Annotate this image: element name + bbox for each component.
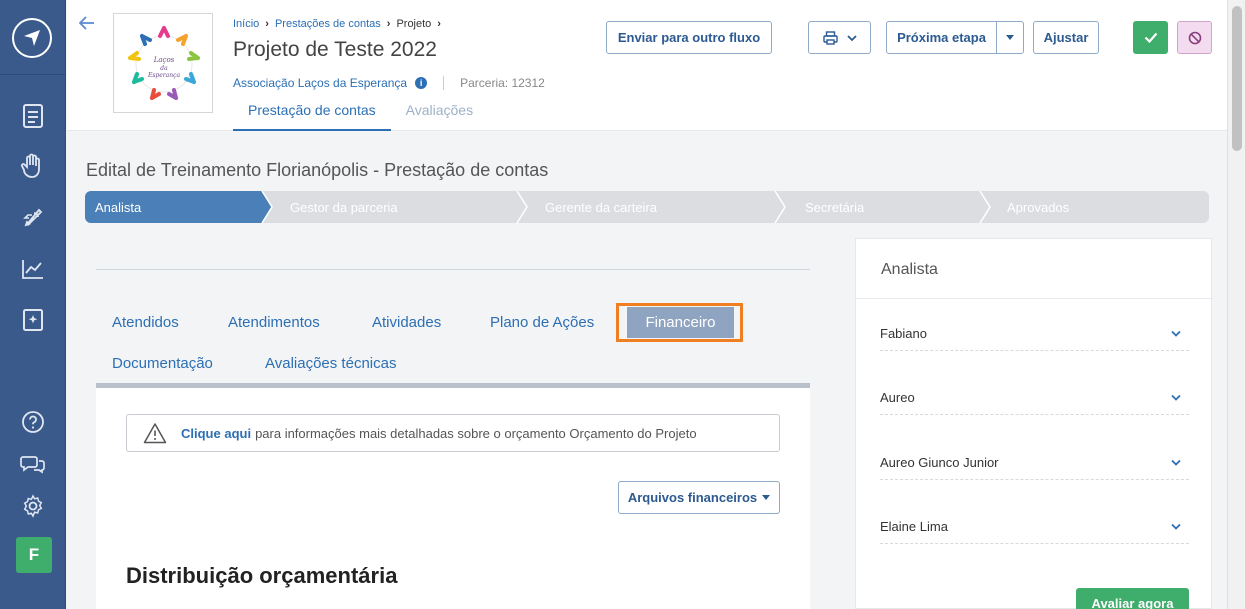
caret-down-icon bbox=[1006, 34, 1014, 40]
breadcrumb-sep-icon: › bbox=[386, 18, 391, 30]
step-gestor-parceria[interactable]: Gestor da parceria bbox=[280, 191, 398, 223]
hand-heart-icon[interactable] bbox=[17, 150, 49, 182]
analyst-name: Fabiano bbox=[880, 326, 927, 341]
page-scrollbar[interactable] bbox=[1227, 0, 1245, 609]
sidebar-divider bbox=[0, 74, 66, 75]
chevron-down-icon bbox=[846, 34, 857, 41]
chevron-down-icon bbox=[1171, 394, 1181, 401]
tab-prestacao-de-contas[interactable]: Prestação de contas bbox=[233, 95, 391, 131]
tab-documentacao[interactable]: Documentação bbox=[112, 355, 213, 372]
breadcrumb-sep-icon: › bbox=[437, 18, 441, 30]
back-arrow-icon[interactable] bbox=[78, 14, 95, 35]
step-secretaria[interactable]: Secretária bbox=[795, 191, 864, 223]
svg-text:Esperança: Esperança bbox=[147, 72, 181, 79]
warning-icon bbox=[143, 423, 167, 444]
chevron-down-icon bbox=[1171, 523, 1181, 530]
document-icon[interactable] bbox=[17, 100, 49, 132]
project-logo: Laços da Esperança bbox=[113, 13, 213, 113]
alert-text: para informações mais detalhadas sobre o… bbox=[255, 425, 697, 441]
breadcrumb-projeto: Projeto bbox=[396, 18, 432, 30]
step-gerente-carteira[interactable]: Gerente da carteira bbox=[535, 191, 657, 223]
section-title: Distribuição orçamentária bbox=[126, 563, 398, 588]
content-panel: Atendidos Atendimentos Atividades Plano … bbox=[96, 238, 810, 609]
svg-text:da: da bbox=[160, 65, 168, 72]
organization-link[interactable]: Associação Laços da Esperança bbox=[233, 76, 407, 90]
printer-icon bbox=[822, 30, 838, 45]
parceria-label: Parceria: 12312 bbox=[460, 76, 545, 90]
notebook-sparkle-icon[interactable] bbox=[17, 304, 49, 336]
print-button[interactable] bbox=[808, 21, 871, 54]
project-meta: Associação Laços da Esperança i Parceria… bbox=[233, 76, 545, 90]
rocket-icon[interactable] bbox=[17, 202, 49, 234]
step-analista[interactable]: Analista bbox=[85, 191, 141, 223]
arquivos-financeiros-button[interactable]: Arquivos financeiros bbox=[618, 481, 780, 514]
chart-line-icon[interactable] bbox=[17, 253, 49, 285]
user-avatar[interactable]: F bbox=[16, 537, 52, 573]
app-logo-icon[interactable] bbox=[12, 18, 52, 58]
breadcrumb-sep-icon: › bbox=[265, 18, 269, 30]
workflow-stepper: Analista Gestor da parceria Gerente da c… bbox=[85, 191, 1209, 223]
ban-icon bbox=[1188, 31, 1201, 44]
avaliar-agora-button[interactable]: Avaliar agora bbox=[1076, 588, 1189, 609]
analyst-name: Aureo bbox=[880, 390, 915, 405]
analyst-item[interactable]: Elaine Lima bbox=[880, 510, 1189, 544]
scrollbar-thumb[interactable] bbox=[1232, 6, 1242, 151]
content-divider bbox=[96, 269, 810, 270]
analyst-name: Aureo Giunco Junior bbox=[880, 455, 999, 470]
tab-avaliacoes-tecnicas[interactable]: Avaliações técnicas bbox=[265, 355, 396, 372]
analyst-name: Elaine Lima bbox=[880, 519, 948, 534]
analyst-item[interactable]: Aureo bbox=[880, 381, 1189, 415]
tab-avaliacoes[interactable]: Avaliações bbox=[391, 95, 488, 131]
budget-alert: Clique aqui para informações mais detalh… bbox=[126, 414, 780, 452]
ajustar-button[interactable]: Ajustar bbox=[1033, 21, 1099, 54]
tab-atividades[interactable]: Atividades bbox=[372, 314, 441, 331]
analista-panel-title: Analista bbox=[856, 239, 1213, 299]
check-icon bbox=[1144, 32, 1157, 43]
meta-divider bbox=[443, 76, 445, 90]
clique-aqui-link[interactable]: Clique aqui bbox=[181, 426, 251, 441]
header-tabs: Prestação de contas Avaliações bbox=[233, 95, 488, 131]
step-aprovados[interactable]: Aprovados bbox=[997, 191, 1069, 223]
approve-button[interactable] bbox=[1133, 21, 1168, 54]
breadcrumb-prestacoes[interactable]: Prestações de contas bbox=[275, 18, 381, 30]
arquivos-financeiros-label: Arquivos financeiros bbox=[627, 490, 758, 505]
enviar-outro-fluxo-button[interactable]: Enviar para outro fluxo bbox=[606, 21, 772, 54]
breadcrumb: Início › Prestações de contas › Projeto … bbox=[233, 18, 441, 30]
reject-button[interactable] bbox=[1177, 21, 1212, 54]
highlight-box bbox=[616, 303, 743, 342]
financeiro-body: Clique aqui para informações mais detalh… bbox=[96, 388, 810, 609]
info-icon[interactable]: i bbox=[415, 77, 428, 89]
help-icon[interactable] bbox=[17, 406, 49, 438]
tab-atendidos[interactable]: Atendidos bbox=[112, 314, 179, 331]
proxima-etapa-button[interactable]: Próxima etapa bbox=[886, 21, 997, 54]
svg-text:Laços: Laços bbox=[153, 56, 175, 64]
analyst-item[interactable]: Aureo Giunco Junior bbox=[880, 446, 1189, 480]
proxima-etapa-dropdown[interactable] bbox=[996, 21, 1024, 54]
caret-down-icon bbox=[762, 495, 771, 500]
breadcrumb-home[interactable]: Início bbox=[233, 18, 259, 30]
sidebar: F bbox=[0, 0, 66, 609]
chevron-down-icon bbox=[1171, 459, 1181, 466]
tab-atendimentos[interactable]: Atendimentos bbox=[228, 314, 320, 331]
gear-icon[interactable] bbox=[17, 490, 49, 522]
analyst-item[interactable]: Fabiano bbox=[880, 317, 1189, 351]
edital-title: Edital de Treinamento Florianópolis - Pr… bbox=[86, 160, 549, 180]
page-title: Projeto de Teste 2022 bbox=[233, 38, 437, 61]
project-header: Laços da Esperança Início › Prestações d… bbox=[67, 0, 1227, 131]
tab-plano-de-acoes[interactable]: Plano de Ações bbox=[490, 314, 594, 331]
analista-panel: Analista Fabiano Aureo Aureo Giunco Juni… bbox=[855, 238, 1213, 609]
chat-icon[interactable] bbox=[17, 448, 49, 480]
chevron-down-icon bbox=[1171, 330, 1181, 337]
